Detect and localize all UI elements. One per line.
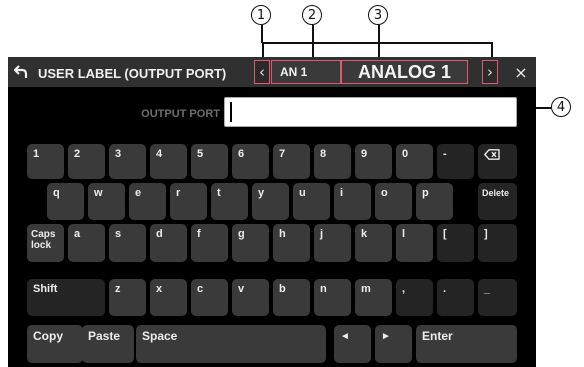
- key-j[interactable]: j: [314, 224, 351, 262]
- callout-1-leader: [261, 25, 263, 43]
- key-o[interactable]: o: [375, 183, 412, 220]
- key-s[interactable]: s: [109, 224, 146, 262]
- key-h[interactable]: h: [273, 224, 310, 262]
- output-port-label: OUTPUT PORT: [141, 108, 220, 120]
- cursor-right-key[interactable]: ►: [375, 325, 412, 363]
- port-name: ANALOG 1: [341, 60, 468, 84]
- key-x[interactable]: x: [150, 279, 187, 316]
- key-q[interactable]: q: [47, 183, 84, 220]
- key-l[interactable]: l: [396, 224, 433, 262]
- key-k[interactable]: k: [355, 224, 392, 262]
- key-d[interactable]: d: [150, 224, 187, 262]
- caps-lock-key[interactable]: Caps lock: [27, 224, 64, 262]
- paste-button[interactable]: Paste: [82, 325, 134, 363]
- key-e[interactable]: e: [129, 183, 166, 220]
- key-7[interactable]: 7: [273, 144, 310, 179]
- key-t[interactable]: t: [211, 183, 248, 220]
- key-4[interactable]: 4: [150, 144, 187, 179]
- key-9[interactable]: 9: [355, 144, 392, 179]
- callout-3: 3: [368, 5, 388, 25]
- key-g[interactable]: g: [232, 224, 269, 262]
- callout-4: 4: [551, 97, 571, 117]
- key-1[interactable]: 1: [27, 144, 64, 179]
- backspace-key[interactable]: [478, 144, 517, 179]
- key-b[interactable]: b: [273, 279, 310, 316]
- shift-key[interactable]: Shift: [27, 279, 105, 316]
- callout-1: 1: [251, 5, 271, 25]
- delete-key[interactable]: Delete: [478, 183, 517, 220]
- key-m[interactable]: m: [355, 279, 392, 316]
- enter-key[interactable]: Enter: [416, 325, 517, 363]
- touch-screen: USER LABEL (OUTPUT PORT) ‹ AN 1 ANALOG 1…: [8, 57, 536, 367]
- key-z[interactable]: z: [109, 279, 146, 316]
- callout-2-leader: [312, 25, 314, 60]
- close-button[interactable]: ×: [506, 57, 536, 87]
- back-button[interactable]: [8, 57, 34, 87]
- key-5[interactable]: 5: [191, 144, 228, 179]
- space-key[interactable]: Space: [136, 325, 326, 363]
- key-3[interactable]: 3: [109, 144, 146, 179]
- key-c[interactable]: c: [191, 279, 228, 316]
- callout-bracket-top: [262, 42, 492, 44]
- next-port-button[interactable]: ›: [482, 60, 498, 84]
- back-arrow-icon: [13, 65, 28, 78]
- key-0[interactable]: 0: [396, 144, 433, 179]
- port-short-name: AN 1: [271, 60, 341, 84]
- key-w[interactable]: w: [88, 183, 125, 220]
- key-i[interactable]: i: [334, 183, 371, 220]
- key-v[interactable]: v: [232, 279, 269, 316]
- backspace-icon: [484, 149, 500, 160]
- key-2[interactable]: 2: [68, 144, 105, 179]
- key-underscore[interactable]: _: [478, 279, 517, 316]
- cursor-left-key[interactable]: ◄: [334, 325, 371, 363]
- previous-port-button[interactable]: ‹: [254, 60, 270, 84]
- key-hyphen[interactable]: -: [437, 144, 474, 179]
- key-y[interactable]: y: [252, 183, 289, 220]
- callout-3-leader: [378, 25, 380, 60]
- key-a[interactable]: a: [68, 224, 105, 262]
- title-bar: USER LABEL (OUTPUT PORT) ‹ AN 1 ANALOG 1…: [8, 57, 536, 87]
- key-right-bracket[interactable]: ]: [478, 224, 517, 262]
- key-period[interactable]: .: [437, 279, 474, 316]
- page-title: USER LABEL (OUTPUT PORT): [38, 66, 227, 81]
- key-left-bracket[interactable]: [: [437, 224, 474, 262]
- key-f[interactable]: f: [191, 224, 228, 262]
- text-caret: [230, 102, 232, 122]
- key-6[interactable]: 6: [232, 144, 269, 179]
- output-port-input[interactable]: [224, 97, 517, 127]
- callout-2: 2: [302, 5, 322, 25]
- key-p[interactable]: p: [416, 183, 453, 220]
- key-u[interactable]: u: [293, 183, 330, 220]
- key-8[interactable]: 8: [314, 144, 351, 179]
- key-n[interactable]: n: [314, 279, 351, 316]
- key-comma[interactable]: ,: [396, 279, 433, 316]
- key-r[interactable]: r: [170, 183, 207, 220]
- copy-button[interactable]: Copy: [27, 325, 83, 363]
